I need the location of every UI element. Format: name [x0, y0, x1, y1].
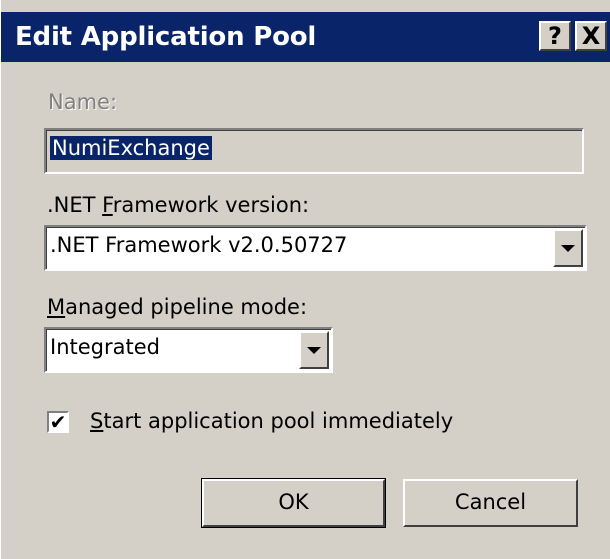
cancel-button[interactable]: Cancel	[403, 479, 578, 527]
help-button[interactable]: ?	[539, 21, 571, 51]
pipeline-mode-selected: Integrated	[50, 335, 160, 359]
name-value: NumiExchange	[50, 136, 212, 160]
framework-version-label: .NET Framework version:	[47, 193, 310, 217]
start-immediately-label[interactable]: Start application pool immediately	[90, 409, 453, 433]
ok-button[interactable]: OK	[201, 478, 386, 528]
name-label: Name:	[48, 90, 118, 114]
pipeline-mode-label: Managed pipeline mode:	[47, 295, 308, 319]
pipeline-mode-dropdown[interactable]: Integrated	[44, 327, 333, 373]
chevron-down-icon	[561, 245, 575, 252]
checkmark-icon: ✔	[49, 410, 67, 434]
edit-application-pool-dialog: Edit Application Pool ? X Name: NumiExch…	[0, 0, 610, 559]
name-field[interactable]: NumiExchange	[44, 128, 584, 174]
help-icon: ?	[548, 22, 562, 50]
framework-version-dropdown[interactable]: .NET Framework v2.0.50727	[44, 225, 587, 271]
close-icon: X	[581, 22, 601, 50]
start-immediately-checkbox[interactable]: ✔	[47, 411, 69, 433]
dialog-title: Edit Application Pool	[15, 22, 317, 52]
pipeline-dropdown-button[interactable]	[299, 331, 329, 369]
framework-version-selected: .NET Framework v2.0.50727	[50, 233, 348, 257]
chevron-down-icon	[307, 347, 321, 354]
close-button[interactable]: X	[575, 21, 607, 51]
framework-dropdown-button[interactable]	[553, 229, 583, 267]
title-bar[interactable]: Edit Application Pool ? X	[1, 12, 610, 62]
